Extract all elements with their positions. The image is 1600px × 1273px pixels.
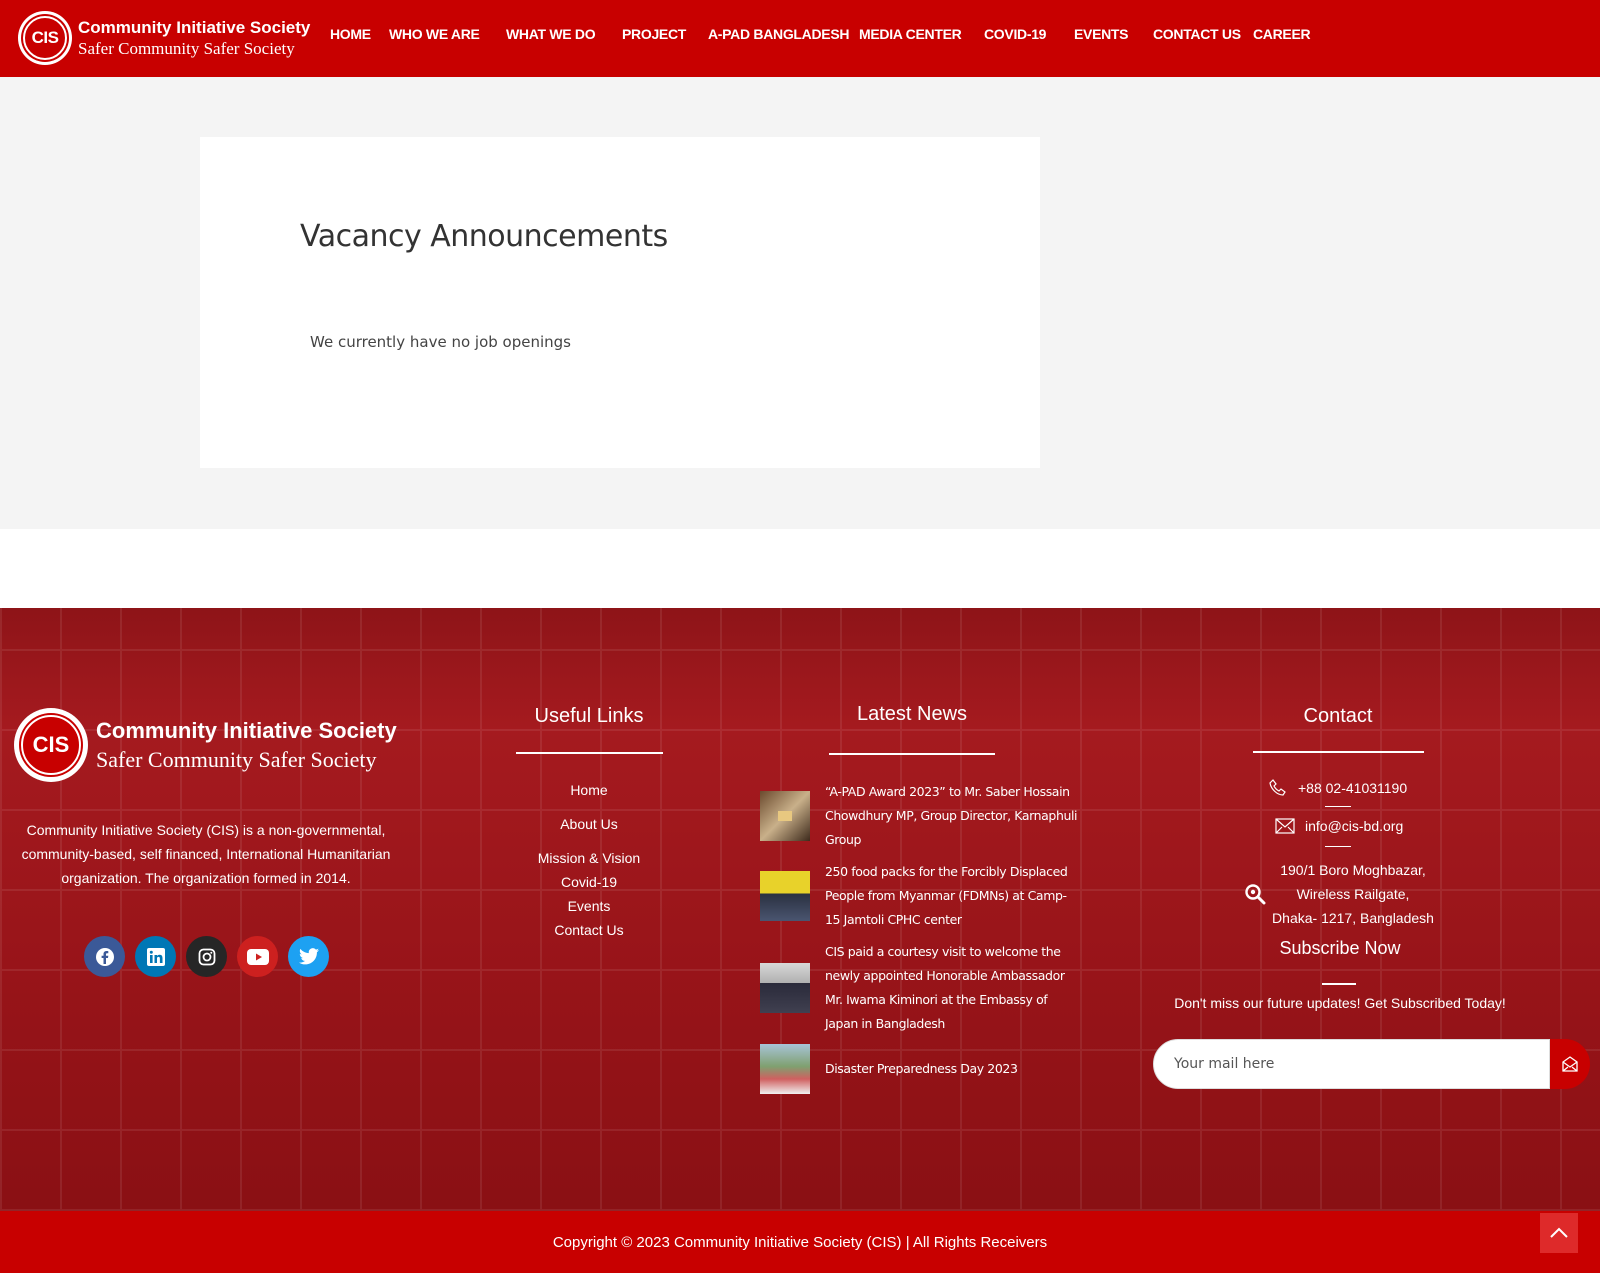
footer-link-events[interactable]: Events — [489, 894, 689, 918]
footer-about-text: Community Initiative Society (CIS) is a … — [21, 822, 391, 886]
footer-logo-tagline: Safer Community Safer Society — [96, 747, 377, 772]
address-line: 190/1 Boro Moghbazar, — [1280, 862, 1426, 878]
useful-links-divider — [516, 752, 663, 754]
useful-links-list: Home About Us Mission & Vision Covid-19 … — [489, 778, 689, 942]
logo-seal-abbr: CIS — [23, 16, 67, 60]
nav-media-center[interactable]: MEDIA CENTER — [859, 26, 962, 42]
footer-logo[interactable]: CIS Community Initiative Society Safer C… — [14, 708, 397, 782]
nav-events[interactable]: EVENTS — [1074, 26, 1129, 42]
news-item[interactable]: “A-PAD Award 2023” to Mr. Saber Hossain … — [760, 780, 1080, 852]
logo-name: Community Initiative Society — [78, 18, 311, 37]
nav-what-we-do[interactable]: WHAT WE DO — [506, 26, 596, 42]
footer-link-home[interactable]: Home — [489, 778, 689, 802]
mail-send-icon — [1562, 1056, 1578, 1072]
no-jobs-message: We currently have no job openings — [310, 333, 571, 351]
nav-home[interactable]: HOME — [330, 26, 371, 42]
news-title: CIS paid a courtesy visit to welcome the… — [825, 944, 1065, 1031]
nav-career[interactable]: CAREER — [1253, 26, 1311, 42]
copyright-text: Copyright © 2023 Community Initiative So… — [552, 1234, 1048, 1251]
news-thumbnail-embassy-visit — [760, 963, 810, 1013]
news-item[interactable]: Disaster Preparedness Day 2023 — [760, 1044, 1080, 1094]
latest-news-divider — [829, 753, 995, 755]
latest-news-list: “A-PAD Award 2023” to Mr. Saber Hossain … — [760, 780, 1080, 1102]
nav-project[interactable]: PROJECT — [622, 26, 686, 42]
address-line: Dhaka- 1217, Bangladesh — [1272, 910, 1434, 926]
latest-news-title: Latest News — [856, 703, 968, 725]
subscribe-divider — [1322, 983, 1356, 985]
linkedin-icon[interactable] — [135, 936, 176, 977]
news-title: 250 food packs for the Forcibly Displace… — [825, 864, 1068, 927]
contact-separator — [1325, 806, 1351, 807]
subscribe-form — [1153, 1039, 1590, 1089]
news-title: Disaster Preparedness Day 2023 — [825, 1061, 1018, 1076]
footer-link-about-us[interactable]: About Us — [489, 812, 689, 836]
logo-seal-icon: CIS — [18, 11, 72, 65]
vacancy-card: Vacancy Announcements We currently have … — [200, 137, 1040, 468]
contact-divider — [1253, 751, 1424, 753]
envelope-icon — [1275, 818, 1295, 834]
page-title: Vacancy Announcements — [300, 219, 668, 254]
news-item[interactable]: 250 food packs for the Forcibly Displace… — [760, 860, 1080, 932]
footer-logo-abbr: CIS — [21, 715, 81, 775]
footer-logo-seal-icon: CIS — [14, 708, 88, 782]
copyright-bar: Copyright © 2023 Community Initiative So… — [0, 1211, 1600, 1273]
contact-address: 190/1 Boro Moghbazar, Wireless Railgate,… — [1238, 858, 1468, 930]
contact-phone[interactable]: +88 02-41031190 — [1268, 778, 1407, 798]
nav-apad-bangladesh[interactable]: A-PAD BANGLADESH — [708, 26, 849, 42]
email-address: info@cis-bd.org — [1305, 818, 1404, 834]
subscribe-button[interactable] — [1550, 1039, 1590, 1089]
news-title: “A-PAD Award 2023” to Mr. Saber Hossain … — [825, 784, 1078, 847]
site-header: CIS Community Initiative Society Safer C… — [0, 0, 1600, 77]
contact-email[interactable]: info@cis-bd.org — [1275, 818, 1403, 834]
footer-logo-name: Community Initiative Society — [96, 718, 397, 743]
phone-icon — [1269, 779, 1286, 796]
logo-tagline: Safer Community Safer Society — [78, 39, 295, 58]
news-thumbnail-disaster-day — [760, 1044, 810, 1094]
news-thumbnail-award — [760, 791, 810, 841]
contact-separator — [1325, 846, 1351, 847]
facebook-icon[interactable] — [84, 936, 125, 977]
news-item[interactable]: CIS paid a courtesy visit to welcome the… — [760, 940, 1080, 1036]
youtube-icon[interactable] — [237, 936, 278, 977]
subscribe-email-input[interactable] — [1153, 1039, 1550, 1089]
contact-title: Contact — [1303, 705, 1373, 727]
site-footer: CIS Community Initiative Society Safer C… — [0, 608, 1600, 1211]
instagram-icon[interactable] — [186, 936, 227, 977]
nav-contact-us[interactable]: CONTACT US — [1153, 26, 1241, 42]
scroll-to-top-button[interactable] — [1540, 1213, 1578, 1253]
chevron-up-icon — [1550, 1227, 1568, 1238]
subscribe-text: Don't miss our future updates! Get Subsc… — [1174, 995, 1506, 1011]
twitter-icon[interactable] — [288, 936, 329, 977]
nav-covid-19[interactable]: COVID-19 — [984, 26, 1046, 42]
phone-number: +88 02-41031190 — [1298, 780, 1408, 796]
site-logo[interactable]: CIS Community Initiative Society Safer C… — [18, 11, 310, 65]
footer-link-covid-19[interactable]: Covid-19 — [489, 870, 689, 894]
social-links — [84, 936, 329, 977]
footer-link-contact-us[interactable]: Contact Us — [489, 918, 689, 942]
useful-links-title: Useful Links — [534, 705, 644, 727]
footer-link-mission-vision[interactable]: Mission & Vision — [489, 846, 689, 870]
address-line: Wireless Railgate, — [1296, 886, 1410, 902]
news-thumbnail-food-packs — [760, 871, 810, 921]
subscribe-title: Subscribe Now — [1279, 938, 1401, 958]
nav-who-we-are[interactable]: WHO WE ARE — [389, 26, 480, 42]
